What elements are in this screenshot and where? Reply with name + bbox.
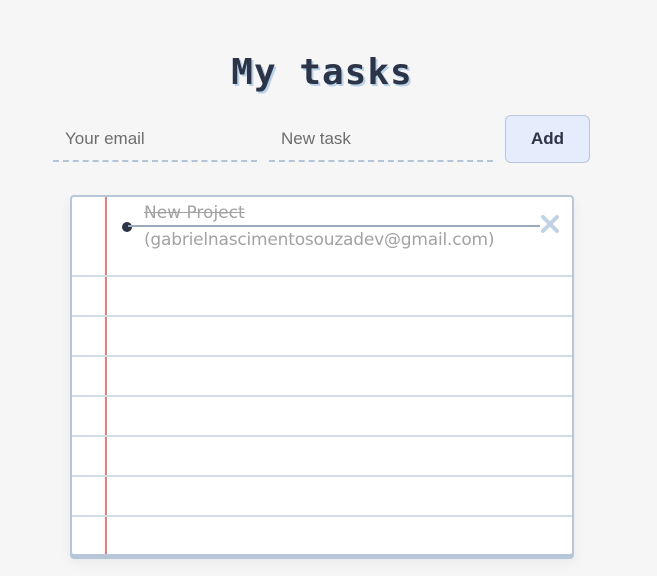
task-name: New Project (144, 203, 245, 223)
notebook-ruled-line (72, 315, 572, 317)
close-icon[interactable] (538, 212, 562, 236)
new-task-input[interactable] (269, 118, 493, 162)
notebook-ruled-line (72, 515, 572, 517)
bullet-icon (122, 222, 132, 232)
task-list-notebook: New Project (gabrielnascimentosouzadev@g… (70, 195, 574, 556)
add-task-button[interactable]: Add (505, 115, 590, 163)
notebook-ruled-line (72, 435, 572, 437)
notebook-ruled-line (72, 355, 572, 357)
task-text: New Project (gabrielnascimentosouzadev@g… (144, 200, 495, 254)
notebook-ruled-line (72, 395, 572, 397)
page-title: My tasks (231, 52, 413, 94)
notebook-ruled-line (72, 275, 572, 277)
email-input[interactable] (53, 118, 257, 162)
task-list-item[interactable]: New Project (gabrielnascimentosouzadev@g… (120, 200, 560, 268)
task-owner-email: (gabrielnascimentosouzadev@gmail.com) (144, 230, 495, 250)
notebook-ruled-line (72, 475, 572, 477)
notebook-margin-line (105, 197, 107, 554)
